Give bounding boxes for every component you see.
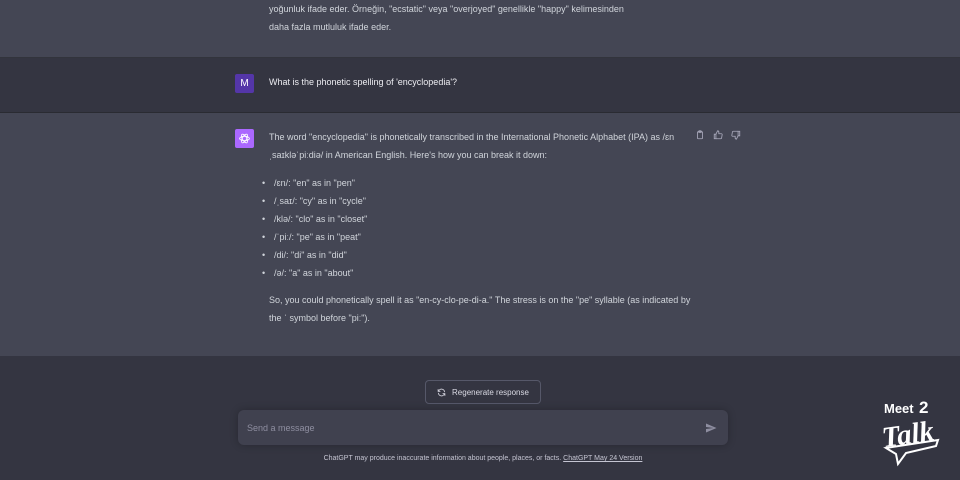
- list-item-text: /ˌsaɪ/: "cy" as in "cycle": [274, 196, 367, 206]
- list-item-text: /klə/: "clo" as in "closet": [274, 214, 368, 224]
- meet2talk-logo: Meet 2 Talk: [880, 398, 940, 467]
- message-actions: [694, 129, 741, 140]
- list-item: •/di/: "di" as in "did": [262, 250, 347, 260]
- logo-meet-text: Meet: [884, 401, 914, 416]
- thumbs-up-icon: [713, 129, 723, 139]
- assistant-message: The word "encyclopedia" is phonetically …: [0, 113, 960, 356]
- list-item: •/ˈpiː/: "pe" as in "peat": [262, 232, 361, 242]
- assistant-message-text: The word "encyclopedia" is phonetically …: [262, 128, 699, 327]
- refresh-icon: [437, 388, 446, 397]
- logo-number: 2: [919, 398, 928, 417]
- previous-message-line: daha fazla mutluluk ifade eder.: [269, 22, 392, 32]
- list-item-text: /ɛn/: "en" as in "pen": [274, 178, 355, 188]
- list-item: •/ɛn/: "en" as in "pen": [262, 178, 355, 188]
- list-item: •/ˌsaɪ/: "cy" as in "cycle": [262, 196, 367, 206]
- thumbs-up-button[interactable]: [712, 129, 723, 140]
- previous-message-text: yoğunluk ifade eder. Örneğin, "ecstatic"…: [269, 0, 699, 36]
- clipboard-icon: [696, 129, 703, 139]
- list-item-text: /ˈpiː/: "pe" as in "peat": [274, 232, 361, 242]
- assistant-intro: The word "encyclopedia" is phonetically …: [269, 132, 675, 160]
- send-button[interactable]: [704, 421, 717, 434]
- user-avatar: M: [235, 74, 254, 93]
- copy-button[interactable]: [694, 129, 705, 140]
- version-link[interactable]: ChatGPT May 24 Version: [563, 455, 642, 462]
- message-composer: [238, 410, 728, 445]
- list-item-text: /di/: "di" as in "did": [274, 250, 347, 260]
- send-icon: [705, 423, 716, 432]
- assistant-avatar: [235, 129, 254, 148]
- regenerate-response-button[interactable]: Regenerate response: [425, 380, 541, 404]
- previous-message-line: yoğunluk ifade eder. Örneğin, "ecstatic"…: [269, 4, 624, 14]
- regenerate-label: Regenerate response: [452, 387, 529, 397]
- previous-assistant-message: yoğunluk ifade eder. Örneğin, "ecstatic"…: [0, 0, 960, 58]
- list-item: •/ə/: "a" as in "about": [262, 268, 354, 278]
- openai-logo-icon: [239, 133, 250, 144]
- assistant-conclusion: So, you could phonetically spell it as "…: [269, 295, 691, 323]
- footer-disclaimer: ChatGPT may produce inaccurate informati…: [0, 455, 960, 462]
- list-item: •/klə/: "clo" as in "closet": [262, 214, 368, 224]
- phonetic-breakdown-list: •/ɛn/: "en" as in "pen" •/ˌsaɪ/: "cy" as…: [262, 174, 699, 282]
- list-item-text: /ə/: "a" as in "about": [274, 268, 354, 278]
- message-input[interactable]: [247, 419, 687, 436]
- user-message-text: What is the phonetic spelling of 'encycl…: [269, 77, 458, 87]
- user-message: M What is the phonetic spelling of 'ency…: [0, 58, 960, 113]
- thumbs-down-button[interactable]: [730, 129, 741, 140]
- thumbs-down-icon: [730, 130, 740, 140]
- disclaimer-text: ChatGPT may produce inaccurate informati…: [323, 455, 562, 462]
